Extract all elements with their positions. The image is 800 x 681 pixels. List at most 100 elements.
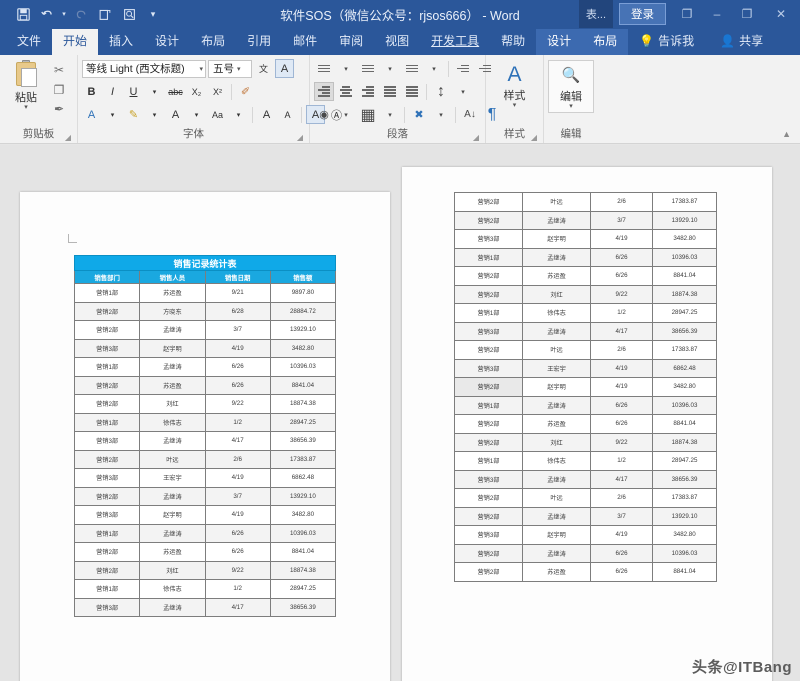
table-cell[interactable]: 徐伟志 xyxy=(139,412,206,432)
table-cell[interactable]: 孟继涛 xyxy=(522,321,591,341)
cut-icon[interactable]: ✂ xyxy=(48,61,70,79)
table-cell[interactable]: 6/26 xyxy=(204,375,271,395)
numbering-dropdown-icon[interactable]: ▾ xyxy=(380,59,400,78)
table-cell[interactable]: 营销2部 xyxy=(454,562,523,582)
maximize-button[interactable]: ❐ xyxy=(732,0,762,28)
table-row[interactable]: 营销2部 刘红 9/22 18874.38 xyxy=(454,284,717,304)
tab-layout[interactable]: 布局 xyxy=(190,29,236,55)
styles-button[interactable]: A 样式 ▾ xyxy=(490,58,539,110)
table-cell[interactable]: 8841.04 xyxy=(269,375,337,395)
tab-home[interactable]: 开始 xyxy=(52,29,99,55)
table-cell[interactable]: 营销3部 xyxy=(73,431,141,451)
italic-button[interactable]: I xyxy=(103,82,122,101)
table-cell[interactable]: 6/26 xyxy=(590,543,653,563)
table-cell[interactable]: 孟继涛 xyxy=(522,506,591,526)
minimize-button[interactable]: – xyxy=(702,0,732,28)
table-cell[interactable]: 9/21 xyxy=(204,283,271,303)
save-icon[interactable] xyxy=(12,4,34,24)
close-button[interactable]: ✕ xyxy=(762,0,800,28)
table-cell[interactable]: 孟继涛 xyxy=(139,431,206,451)
table-cell[interactable]: 营销1部 xyxy=(73,283,141,303)
table-row[interactable]: 营销1部 徐伟志 1/2 28947.25 xyxy=(73,412,337,432)
table-cell[interactable]: 营销2部 xyxy=(454,284,523,304)
table-cell[interactable]: 18874.38 xyxy=(269,394,337,414)
table-cell[interactable]: 孟继涛 xyxy=(522,543,591,563)
table-cell[interactable]: 刘红 xyxy=(522,432,591,452)
highlight-dropdown-icon[interactable]: ▾ xyxy=(145,105,164,124)
table-row[interactable]: 营销2部 苏运盈 6/26 8841.04 xyxy=(73,542,337,562)
table-row[interactable]: 营销2部 孟继涛 3/7 13929.10 xyxy=(454,210,717,230)
table-cell[interactable]: 苏运盈 xyxy=(522,414,591,434)
format-painter-icon[interactable]: ✒ xyxy=(48,100,70,118)
table-cell[interactable]: 3482.80 xyxy=(269,505,337,525)
table-cell[interactable]: 营销2部 xyxy=(454,488,523,508)
table-cell[interactable]: 营销3部 xyxy=(454,229,523,249)
table-cell[interactable]: 10396.03 xyxy=(652,247,717,267)
shading-icon[interactable]: ◉ xyxy=(314,105,334,124)
table-row[interactable]: 营销1部 徐伟志 1/2 28947.25 xyxy=(454,451,717,471)
table-cell[interactable]: 孟继涛 xyxy=(139,523,206,543)
styles-dialog-launcher-icon[interactable]: ◢ xyxy=(531,133,537,142)
table-cell[interactable]: 王宏宇 xyxy=(139,468,206,488)
table-cell[interactable]: 10396.03 xyxy=(652,543,717,563)
underline-dropdown-icon[interactable]: ▾ xyxy=(145,82,164,101)
table-cell[interactable]: 营销1部 xyxy=(454,247,523,267)
table-cell[interactable]: 1/2 xyxy=(590,303,653,323)
table-cell[interactable]: 王宏宇 xyxy=(522,358,591,378)
table-cell[interactable]: 2/6 xyxy=(590,340,653,360)
document-page-2[interactable]: 营销2部 叶远 2/6 17383.87 营销2部 孟继涛 3/7 13929.10 营销3部赵… xyxy=(402,167,772,681)
borders-icon[interactable]: ▦ xyxy=(358,105,378,124)
paste-dropdown-icon[interactable]: ▾ xyxy=(24,104,28,111)
multilevel-list-icon[interactable] xyxy=(402,59,422,78)
table-cell[interactable]: 刘红 xyxy=(522,284,591,304)
table-row[interactable]: 营销1部 孟继涛 6/26 10396.03 xyxy=(454,247,717,267)
table-cell[interactable]: 方晓东 xyxy=(139,301,206,321)
table-cell[interactable]: 8841.04 xyxy=(652,414,717,434)
multilevel-dropdown-icon[interactable]: ▾ xyxy=(424,59,444,78)
table-row[interactable]: 营销3部 孟继涛 4/17 38656.39 xyxy=(454,469,717,489)
bullets-icon[interactable] xyxy=(314,59,334,78)
table-cell[interactable]: 营销2部 xyxy=(454,210,523,230)
table-row[interactable]: 营销2部 刘红 9/22 18874.38 xyxy=(454,432,717,452)
sign-in-button[interactable]: 登录 xyxy=(619,3,666,25)
table-cell[interactable]: 2/6 xyxy=(204,449,271,469)
table-cell[interactable]: 4/19 xyxy=(204,505,271,525)
decrease-indent-icon[interactable] xyxy=(453,59,473,78)
table-cell[interactable]: 10396.03 xyxy=(269,523,337,543)
table-cell[interactable]: 孟继涛 xyxy=(522,469,591,489)
tab-design[interactable]: 设计 xyxy=(144,29,190,55)
table-cell[interactable]: 营销1部 xyxy=(454,303,523,323)
table-cell[interactable]: 4/17 xyxy=(590,469,653,489)
table-row[interactable]: 营销3部 赵宇明 4/19 3482.80 xyxy=(73,505,337,525)
table-cell[interactable]: 徐伟志 xyxy=(139,579,206,599)
table-row[interactable]: 营销2部 孟继涛 3/7 13929.10 xyxy=(73,320,337,340)
table-cell[interactable]: 6/26 xyxy=(590,562,653,582)
table-cell[interactable]: 1/2 xyxy=(590,451,653,471)
text-effects-icon[interactable]: A xyxy=(82,105,101,124)
table-cell[interactable]: 营销3部 xyxy=(73,505,141,525)
restore-down-icon[interactable]: ❐ xyxy=(672,0,702,28)
paste-button[interactable]: 粘贴 ▾ xyxy=(4,58,48,111)
table-cell[interactable]: 9/22 xyxy=(590,432,653,452)
table-cell[interactable]: 营销3部 xyxy=(454,321,523,341)
table-cell[interactable]: 徐伟志 xyxy=(522,303,591,323)
table-cell[interactable]: 刘红 xyxy=(139,560,206,580)
align-center-button[interactable] xyxy=(336,82,356,101)
tab-table-design[interactable]: 设计 xyxy=(536,29,583,55)
table-cell[interactable]: 3482.80 xyxy=(269,338,337,358)
editing-dropdown-icon[interactable]: ▾ xyxy=(569,103,573,110)
table-cell[interactable]: 营销2部 xyxy=(454,192,523,212)
table-cell[interactable]: 9/22 xyxy=(204,394,271,414)
table-cell[interactable]: 4/17 xyxy=(204,597,271,617)
table-row[interactable]: 营销2部 孟继涛 6/26 10396.03 xyxy=(454,543,717,563)
tab-help[interactable]: 帮助 xyxy=(490,29,536,55)
table-cell[interactable]: 17383.87 xyxy=(652,488,717,508)
table-row[interactable]: 营销2部 叶远 2/6 17383.87 xyxy=(454,192,717,212)
table-cell[interactable]: 4/19 xyxy=(204,468,271,488)
table-cell[interactable]: 38656.39 xyxy=(269,597,337,617)
tab-file[interactable]: 文件 xyxy=(6,29,52,55)
numbering-icon[interactable] xyxy=(358,59,378,78)
table-cell[interactable]: 2/6 xyxy=(590,192,653,212)
table-cell[interactable]: 叶远 xyxy=(522,488,591,508)
table-cell[interactable]: 4/19 xyxy=(590,525,653,545)
